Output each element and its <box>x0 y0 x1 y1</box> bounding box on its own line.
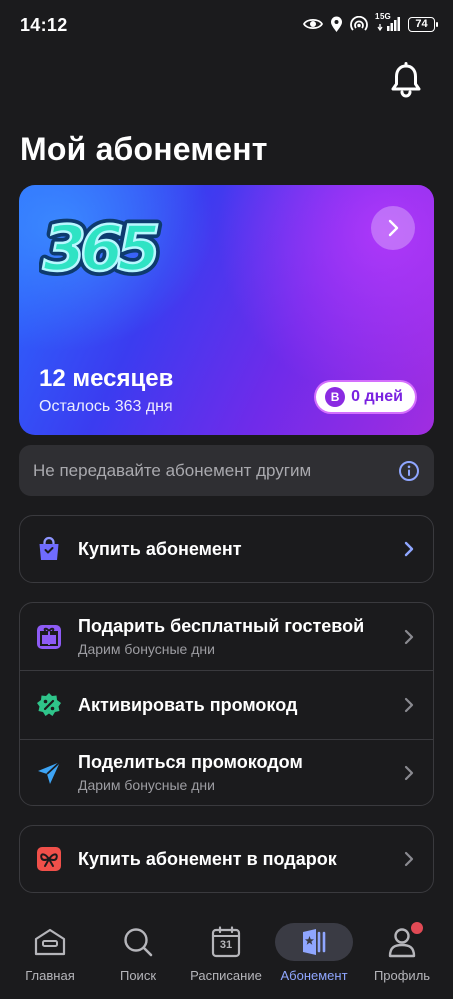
search-icon <box>124 928 153 957</box>
gift-bow-icon <box>36 846 62 872</box>
card-remaining: Осталось 363 дня <box>39 398 173 415</box>
chevron-right-icon <box>404 541 414 557</box>
info-icon[interactable] <box>398 460 420 482</box>
tab-profile-label: Профиль <box>373 968 431 983</box>
bonus-days-label: 0 дней <box>351 388 403 405</box>
tab-search-label: Поиск <box>119 968 157 983</box>
status-icons: 1 5G 74 <box>303 12 438 33</box>
hotspot-icon <box>350 16 368 32</box>
chevron-right-icon <box>404 697 414 713</box>
send-arrow-icon <box>36 760 62 786</box>
signal-icon: 1 5G <box>375 12 401 33</box>
tab-home[interactable]: Главная <box>5 922 95 983</box>
share-promo-label: Поделиться промокодом <box>78 752 303 772</box>
activate-promo-row[interactable]: Активировать промокод <box>20 670 433 739</box>
location-icon <box>330 16 343 33</box>
shopping-bag-icon <box>36 536 62 562</box>
activate-promo-label: Активировать промокод <box>78 694 298 715</box>
gift-icon <box>36 624 62 650</box>
status-bar: 14:12 1 5G 74 <box>0 0 453 52</box>
gift-guest-sublabel: Дарим бонусные дни <box>78 641 215 657</box>
home-icon <box>34 928 66 956</box>
calendar-day: 31 <box>219 939 233 951</box>
battery-indicator: 74 <box>408 16 438 32</box>
page-title: Мой абонемент <box>20 131 268 167</box>
gift-buy-group: Купить абонемент в подарок <box>19 825 434 893</box>
bonus-days-pill[interactable]: B 0 дней <box>316 382 415 412</box>
bottom-tab-bar: Главная Поиск 31 Расписание Абонемент Пр… <box>0 912 453 999</box>
tab-profile[interactable]: Профиль <box>357 920 447 983</box>
bonus-group: Подарить бесплатный гостевой Дарим бонус… <box>19 602 434 806</box>
share-warning-notice: Не передавайте абонемент другим <box>19 445 434 496</box>
chevron-right-icon <box>404 765 414 780</box>
tab-search[interactable]: Поиск <box>93 922 183 983</box>
status-time: 14:12 <box>20 15 68 35</box>
chevron-right-icon <box>404 851 414 867</box>
chevron-right-icon <box>388 219 399 237</box>
card-open-button[interactable] <box>371 206 415 250</box>
tab-schedule-label: Расписание <box>190 968 262 983</box>
buy-gift-membership-row[interactable]: Купить абонемент в подарок <box>20 826 433 892</box>
tab-schedule[interactable]: 31 Расписание <box>181 922 271 983</box>
tab-active-pill <box>275 923 353 961</box>
bonus-badge-icon: B <box>325 387 346 407</box>
buy-membership-row[interactable]: Купить абонемент <box>20 516 433 582</box>
share-promo-row[interactable]: Поделиться промокодом Дарим бонусные дни <box>20 739 433 805</box>
eye-icon <box>303 17 323 31</box>
discount-badge-icon <box>36 692 62 718</box>
gift-guest-label: Подарить бесплатный гостевой <box>78 616 365 636</box>
buy-membership-label: Купить абонемент <box>78 538 242 559</box>
membership-icon <box>303 929 326 955</box>
tab-membership-label: Абонемент <box>280 968 348 983</box>
tab-home-label: Главная <box>25 968 75 983</box>
chevron-right-icon <box>404 629 414 644</box>
svg-text:365: 365 <box>43 212 157 282</box>
notification-dot <box>409 920 425 936</box>
notice-text: Не передавайте абонемент другим <box>33 460 312 480</box>
membership-card[interactable]: 365 365 12 месяцев Осталось 363 дня B 0 … <box>19 185 434 435</box>
buy-gift-label: Купить абонемент в подарок <box>78 848 337 869</box>
buy-group: Купить абонемент <box>19 515 434 583</box>
share-promo-sublabel: Дарим бонусные дни <box>78 777 215 793</box>
card-duration: 12 месяцев <box>39 365 174 392</box>
tab-membership[interactable]: Абонемент <box>269 922 359 983</box>
gift-guest-row[interactable]: Подарить бесплатный гостевой Дарим бонус… <box>20 603 433 670</box>
notifications-bell-icon[interactable] <box>389 62 423 98</box>
app-screen: 14:12 1 5G 74 Мой абонемент 365 365 12 м… <box>0 0 453 999</box>
logo-365: 365 365 <box>39 210 168 282</box>
